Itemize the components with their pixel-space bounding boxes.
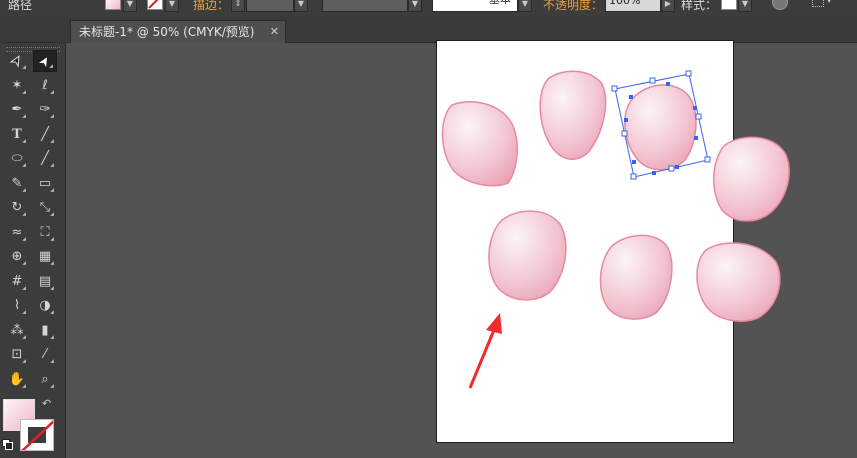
- petal-6[interactable]: [599, 234, 673, 320]
- anchor-point[interactable]: [666, 82, 670, 86]
- selection-handle[interactable]: [668, 165, 675, 172]
- anchor-point[interactable]: [675, 165, 679, 169]
- anchor-point[interactable]: [652, 171, 656, 175]
- anchor-point[interactable]: [629, 95, 633, 99]
- petal-7[interactable]: [696, 242, 781, 322]
- annotation-arrow: [468, 313, 502, 389]
- petal-4[interactable]: [712, 136, 790, 222]
- anchor-point[interactable]: [693, 106, 697, 110]
- selection-handle[interactable]: [704, 156, 711, 163]
- selection-handle[interactable]: [621, 130, 628, 137]
- selection-handle[interactable]: [685, 70, 692, 77]
- selection-handle[interactable]: [649, 77, 656, 84]
- anchor-point[interactable]: [632, 160, 636, 164]
- selection-handle[interactable]: [695, 113, 702, 120]
- selection-handle[interactable]: [630, 173, 637, 180]
- petal-3-selected[interactable]: [624, 84, 697, 171]
- petal-2[interactable]: [539, 70, 607, 160]
- selection-handle[interactable]: [611, 85, 618, 92]
- anchor-point[interactable]: [694, 136, 698, 140]
- petal-1[interactable]: [441, 101, 518, 187]
- anchor-point[interactable]: [624, 118, 628, 122]
- petal-5[interactable]: [488, 210, 567, 301]
- canvas-artwork: [441, 70, 790, 389]
